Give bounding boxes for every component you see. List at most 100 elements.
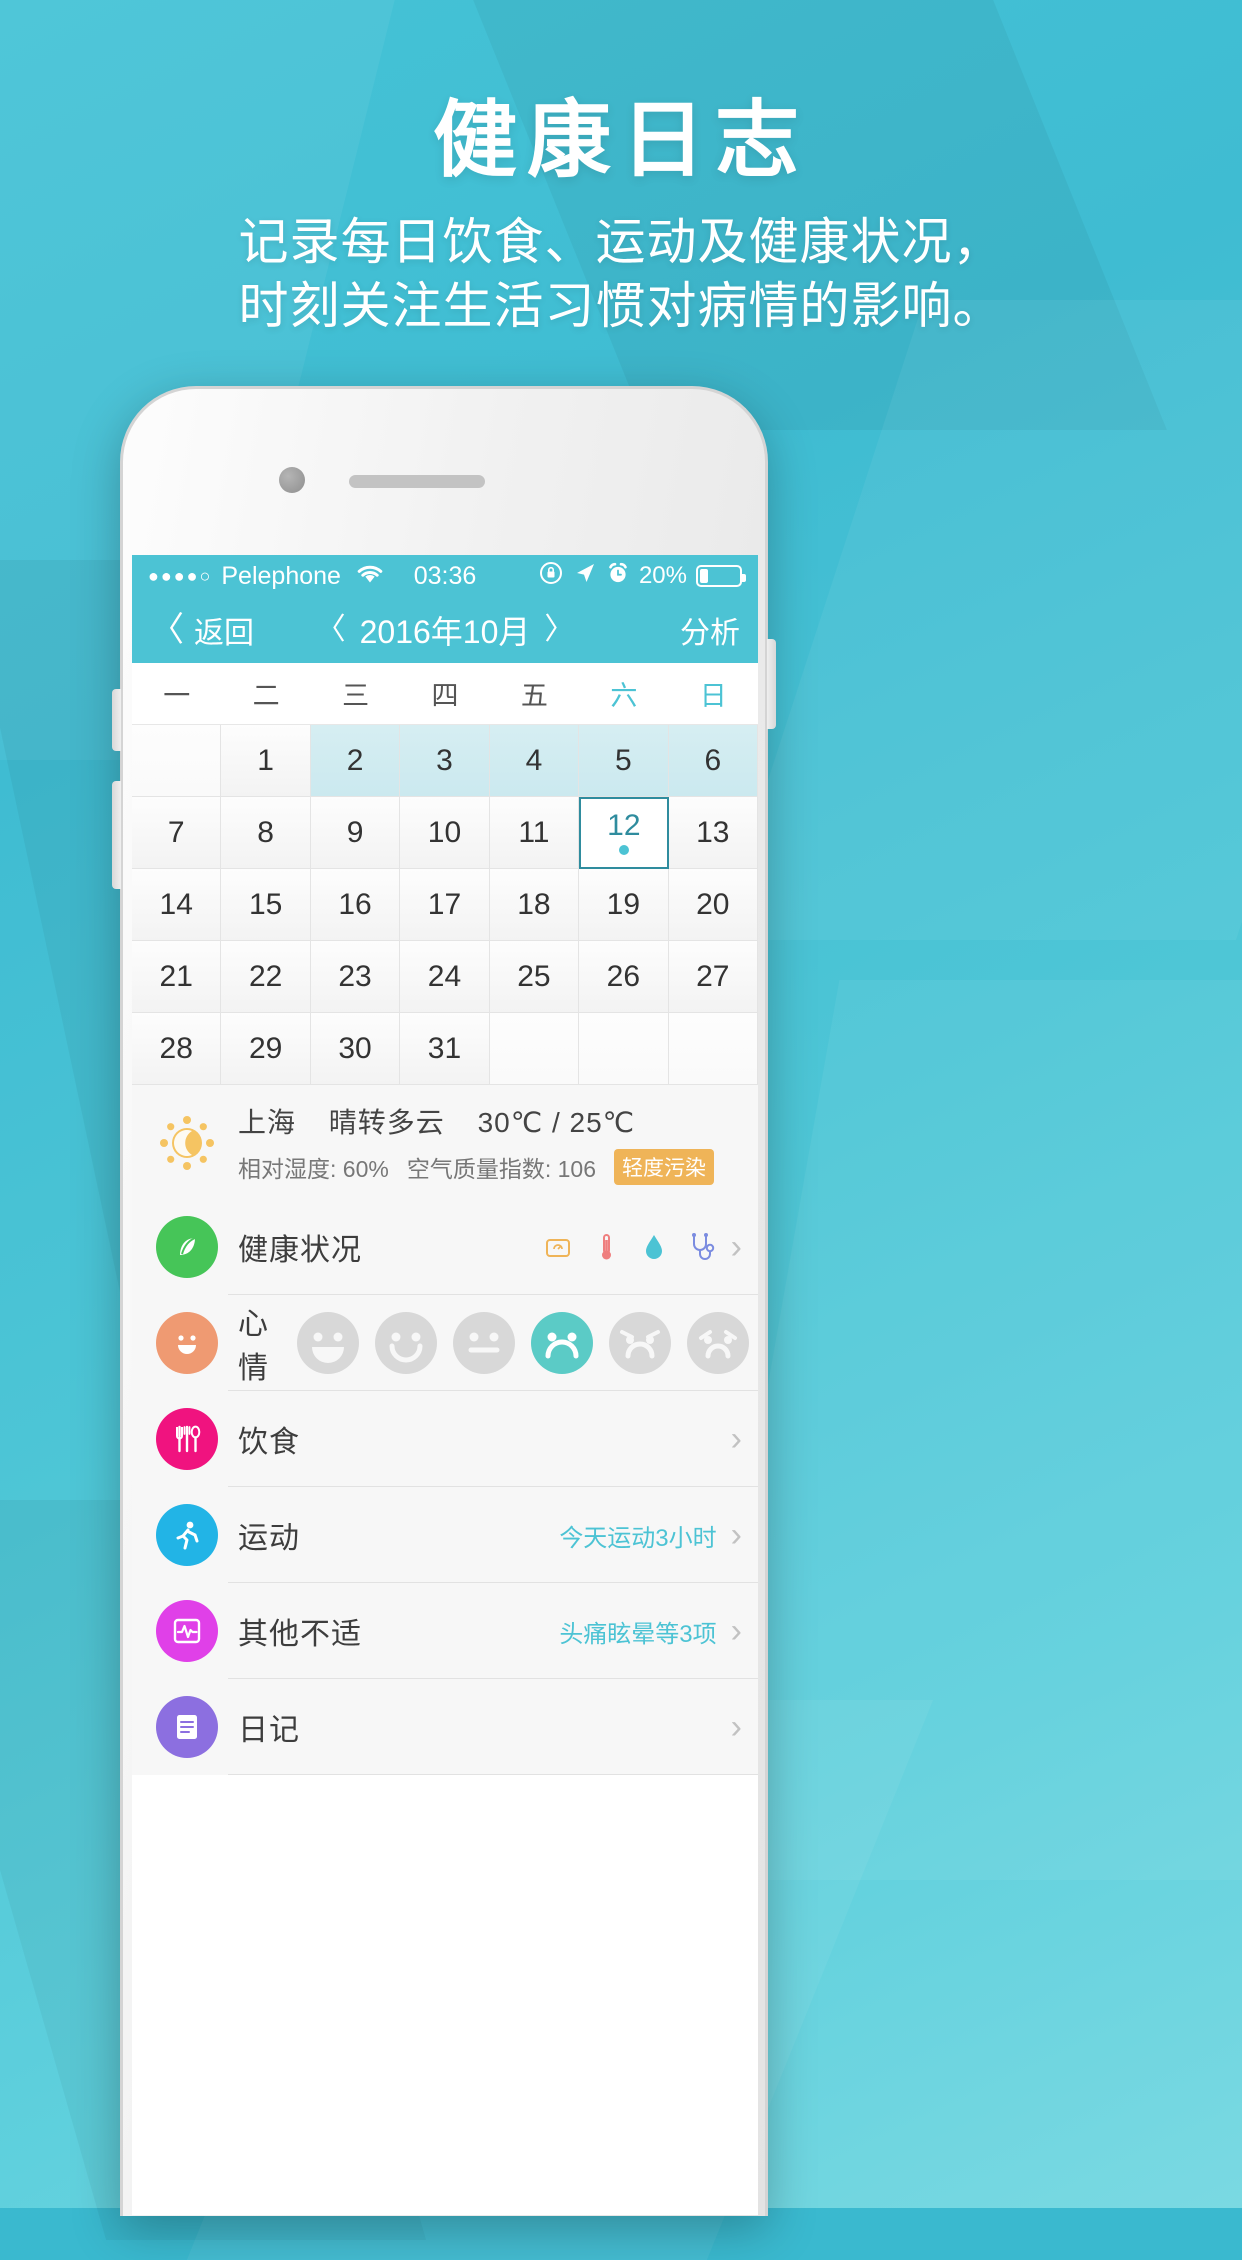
row-value-exercise: 今天运动3小时 (559, 1524, 717, 1552)
calendar-day-14[interactable]: 14 (132, 869, 222, 941)
calendar-weekday-5: 六 (610, 681, 638, 711)
navigation-bar: 〈 返回 〈 2016年10月 〉 分析 (132, 597, 758, 663)
calendar-day-19[interactable]: 19 (579, 869, 669, 941)
calendar-day-25[interactable]: 25 (489, 941, 580, 1013)
calendar-day-number: 10 (427, 815, 462, 849)
calendar-day-number: 14 (159, 887, 193, 921)
promo-text-block: 健康日志 记录每日饮食、运动及健康状况， 时刻关注生活习惯对病情的影响。 (0, 96, 1242, 338)
calendar-day-number: 20 (696, 887, 730, 921)
mood-option-sad[interactable] (609, 1312, 671, 1374)
calendar-day-18[interactable]: 18 (489, 869, 580, 941)
calendar-day-number: 21 (159, 959, 193, 993)
analysis-button[interactable]: 分析 (680, 608, 740, 652)
calendar-day-number: 19 (606, 887, 641, 921)
calendar-day-20[interactable]: 20 (668, 869, 758, 941)
weight-scale-icon[interactable] (543, 1232, 573, 1262)
calendar-day-10[interactable]: 10 (400, 797, 490, 869)
calendar-day-16[interactable]: 16 (310, 869, 401, 941)
calendar-cell-empty (132, 725, 222, 797)
mood-option-cry[interactable] (687, 1312, 749, 1374)
calendar-day-11[interactable]: 11 (489, 797, 580, 869)
calendar-day-15[interactable]: 15 (221, 869, 311, 941)
row-label-exercise: 运动 (238, 1522, 300, 1555)
phone-volume-up-button (112, 689, 121, 751)
next-month-button[interactable]: 〉 (544, 615, 574, 645)
list-row-diary[interactable]: 日记 › (132, 1679, 758, 1775)
calendar-day-1[interactable]: 1 (221, 725, 311, 797)
calendar-day-6[interactable]: 6 (668, 725, 758, 797)
chevron-right-icon: › (730, 1611, 742, 1650)
row-right-other-discomfort: 头痛眩晕等3项 › (559, 1612, 742, 1651)
calendar-day-31[interactable]: 31 (400, 1013, 490, 1085)
wifi-icon (356, 562, 384, 591)
mood-option-neutral[interactable] (453, 1312, 515, 1374)
aqi-status-badge: 轻度污染 (613, 1149, 714, 1185)
weather-aqi: 空气质量指数: 106 (406, 1156, 596, 1182)
calendar-day-17[interactable]: 17 (400, 869, 490, 941)
calendar-day-number: 12 (607, 809, 641, 842)
calendar-day-27[interactable]: 27 (668, 941, 758, 1013)
calendar-day-13[interactable]: 13 (668, 797, 758, 869)
calendar-day-21[interactable]: 21 (132, 941, 222, 1013)
phone-power-button (767, 639, 776, 729)
mood-option-laugh[interactable] (297, 1312, 359, 1374)
calendar-weekday-3: 四 (431, 681, 459, 711)
chevron-right-icon: › (730, 1227, 742, 1266)
battery-percent-label: 20% (638, 562, 687, 589)
thermometer-icon[interactable] (591, 1232, 621, 1262)
calendar-day-30[interactable]: 30 (310, 1013, 401, 1085)
calendar-day-22[interactable]: 22 (221, 941, 311, 1013)
calendar-day-12[interactable]: 12 (579, 797, 669, 869)
calendar-day-3[interactable]: 3 (400, 725, 490, 797)
blood-drop-icon[interactable] (639, 1232, 669, 1262)
calendar-day-23[interactable]: 23 (310, 941, 401, 1013)
calendar-day-5[interactable]: 5 (579, 725, 669, 797)
rotation-lock-icon (538, 560, 564, 593)
runner-icon (156, 1504, 218, 1566)
list-row-diet[interactable]: 饮食 › (132, 1391, 758, 1487)
calendar-day-number: 1 (257, 743, 274, 777)
calendar-day-number: 23 (338, 959, 372, 993)
calendar-cell-empty (668, 1013, 758, 1085)
calendar-day-8[interactable]: 8 (221, 797, 311, 869)
chevron-right-icon: › (730, 1419, 742, 1458)
calendar-entry-dot (618, 845, 629, 855)
row-right-health-status: › (543, 1228, 742, 1267)
calendar-day-grid: 1 2 3 4 5 6 7 8 9 10 11 12 13 14 15 16 17 18 19 20 21 22 23 24 2… (132, 725, 758, 1085)
calendar-day-24[interactable]: 24 (400, 941, 490, 1013)
calendar-day-number: 18 (517, 887, 551, 921)
calendar-day-29[interactable]: 29 (221, 1013, 311, 1085)
calendar-day-number: 28 (159, 1031, 193, 1065)
weather-row[interactable]: 上海 晴转多云 30℃ / 25℃ 相对湿度: 60% 空气质量指数: 106 … (132, 1085, 758, 1199)
calendar-day-9[interactable]: 9 (310, 797, 401, 869)
heartbeat-icon (156, 1600, 218, 1662)
calendar: 一二三四五六日 1 2 3 4 5 6 7 8 9 10 11 12 13 14 15 16 17 18 19 20 2… (132, 663, 758, 1085)
list-row-other-discomfort[interactable]: 其他不适 头痛眩晕等3项 › (132, 1583, 758, 1679)
calendar-day-4[interactable]: 4 (489, 725, 580, 797)
smiley-icon (156, 1312, 218, 1374)
calendar-day-28[interactable]: 28 (132, 1013, 222, 1085)
mood-option-smile[interactable] (375, 1312, 437, 1374)
calendar-day-number: 2 (346, 743, 364, 777)
row-right-exercise: 今天运动3小时 › (559, 1516, 742, 1555)
list-row-exercise[interactable]: 运动 今天运动3小时 › (132, 1487, 758, 1583)
weather-temperature: 30℃ / 25℃ (477, 1107, 636, 1138)
battery-icon (696, 565, 746, 587)
alarm-clock-icon (606, 561, 630, 592)
calendar-weekday-0: 一 (163, 681, 191, 711)
calendar-weekday-6: 日 (699, 681, 727, 711)
month-title: 2016年10月 (359, 614, 531, 650)
calendar-day-number: 6 (704, 743, 722, 777)
calendar-day-2[interactable]: 2 (310, 725, 401, 797)
calendar-day-7[interactable]: 7 (132, 797, 222, 869)
calendar-weekday-header: 一二三四五六日 (132, 663, 758, 725)
prev-month-button[interactable]: 〈 (316, 615, 346, 645)
status-bar: ●●●●○ Pelephone 03:36 20% (132, 555, 758, 597)
list-row-mood[interactable]: 心情 (132, 1295, 758, 1391)
list-row-health-status[interactable]: 健康状况 › (132, 1199, 758, 1295)
calendar-day-26[interactable]: 26 (579, 941, 669, 1013)
mood-option-frown[interactable] (531, 1312, 593, 1374)
stethoscope-icon[interactable] (687, 1232, 717, 1262)
weather-city: 上海 (238, 1107, 297, 1138)
promo-subtitle-line-2: 时刻关注生活习惯对病情的影响。 (238, 278, 1004, 335)
